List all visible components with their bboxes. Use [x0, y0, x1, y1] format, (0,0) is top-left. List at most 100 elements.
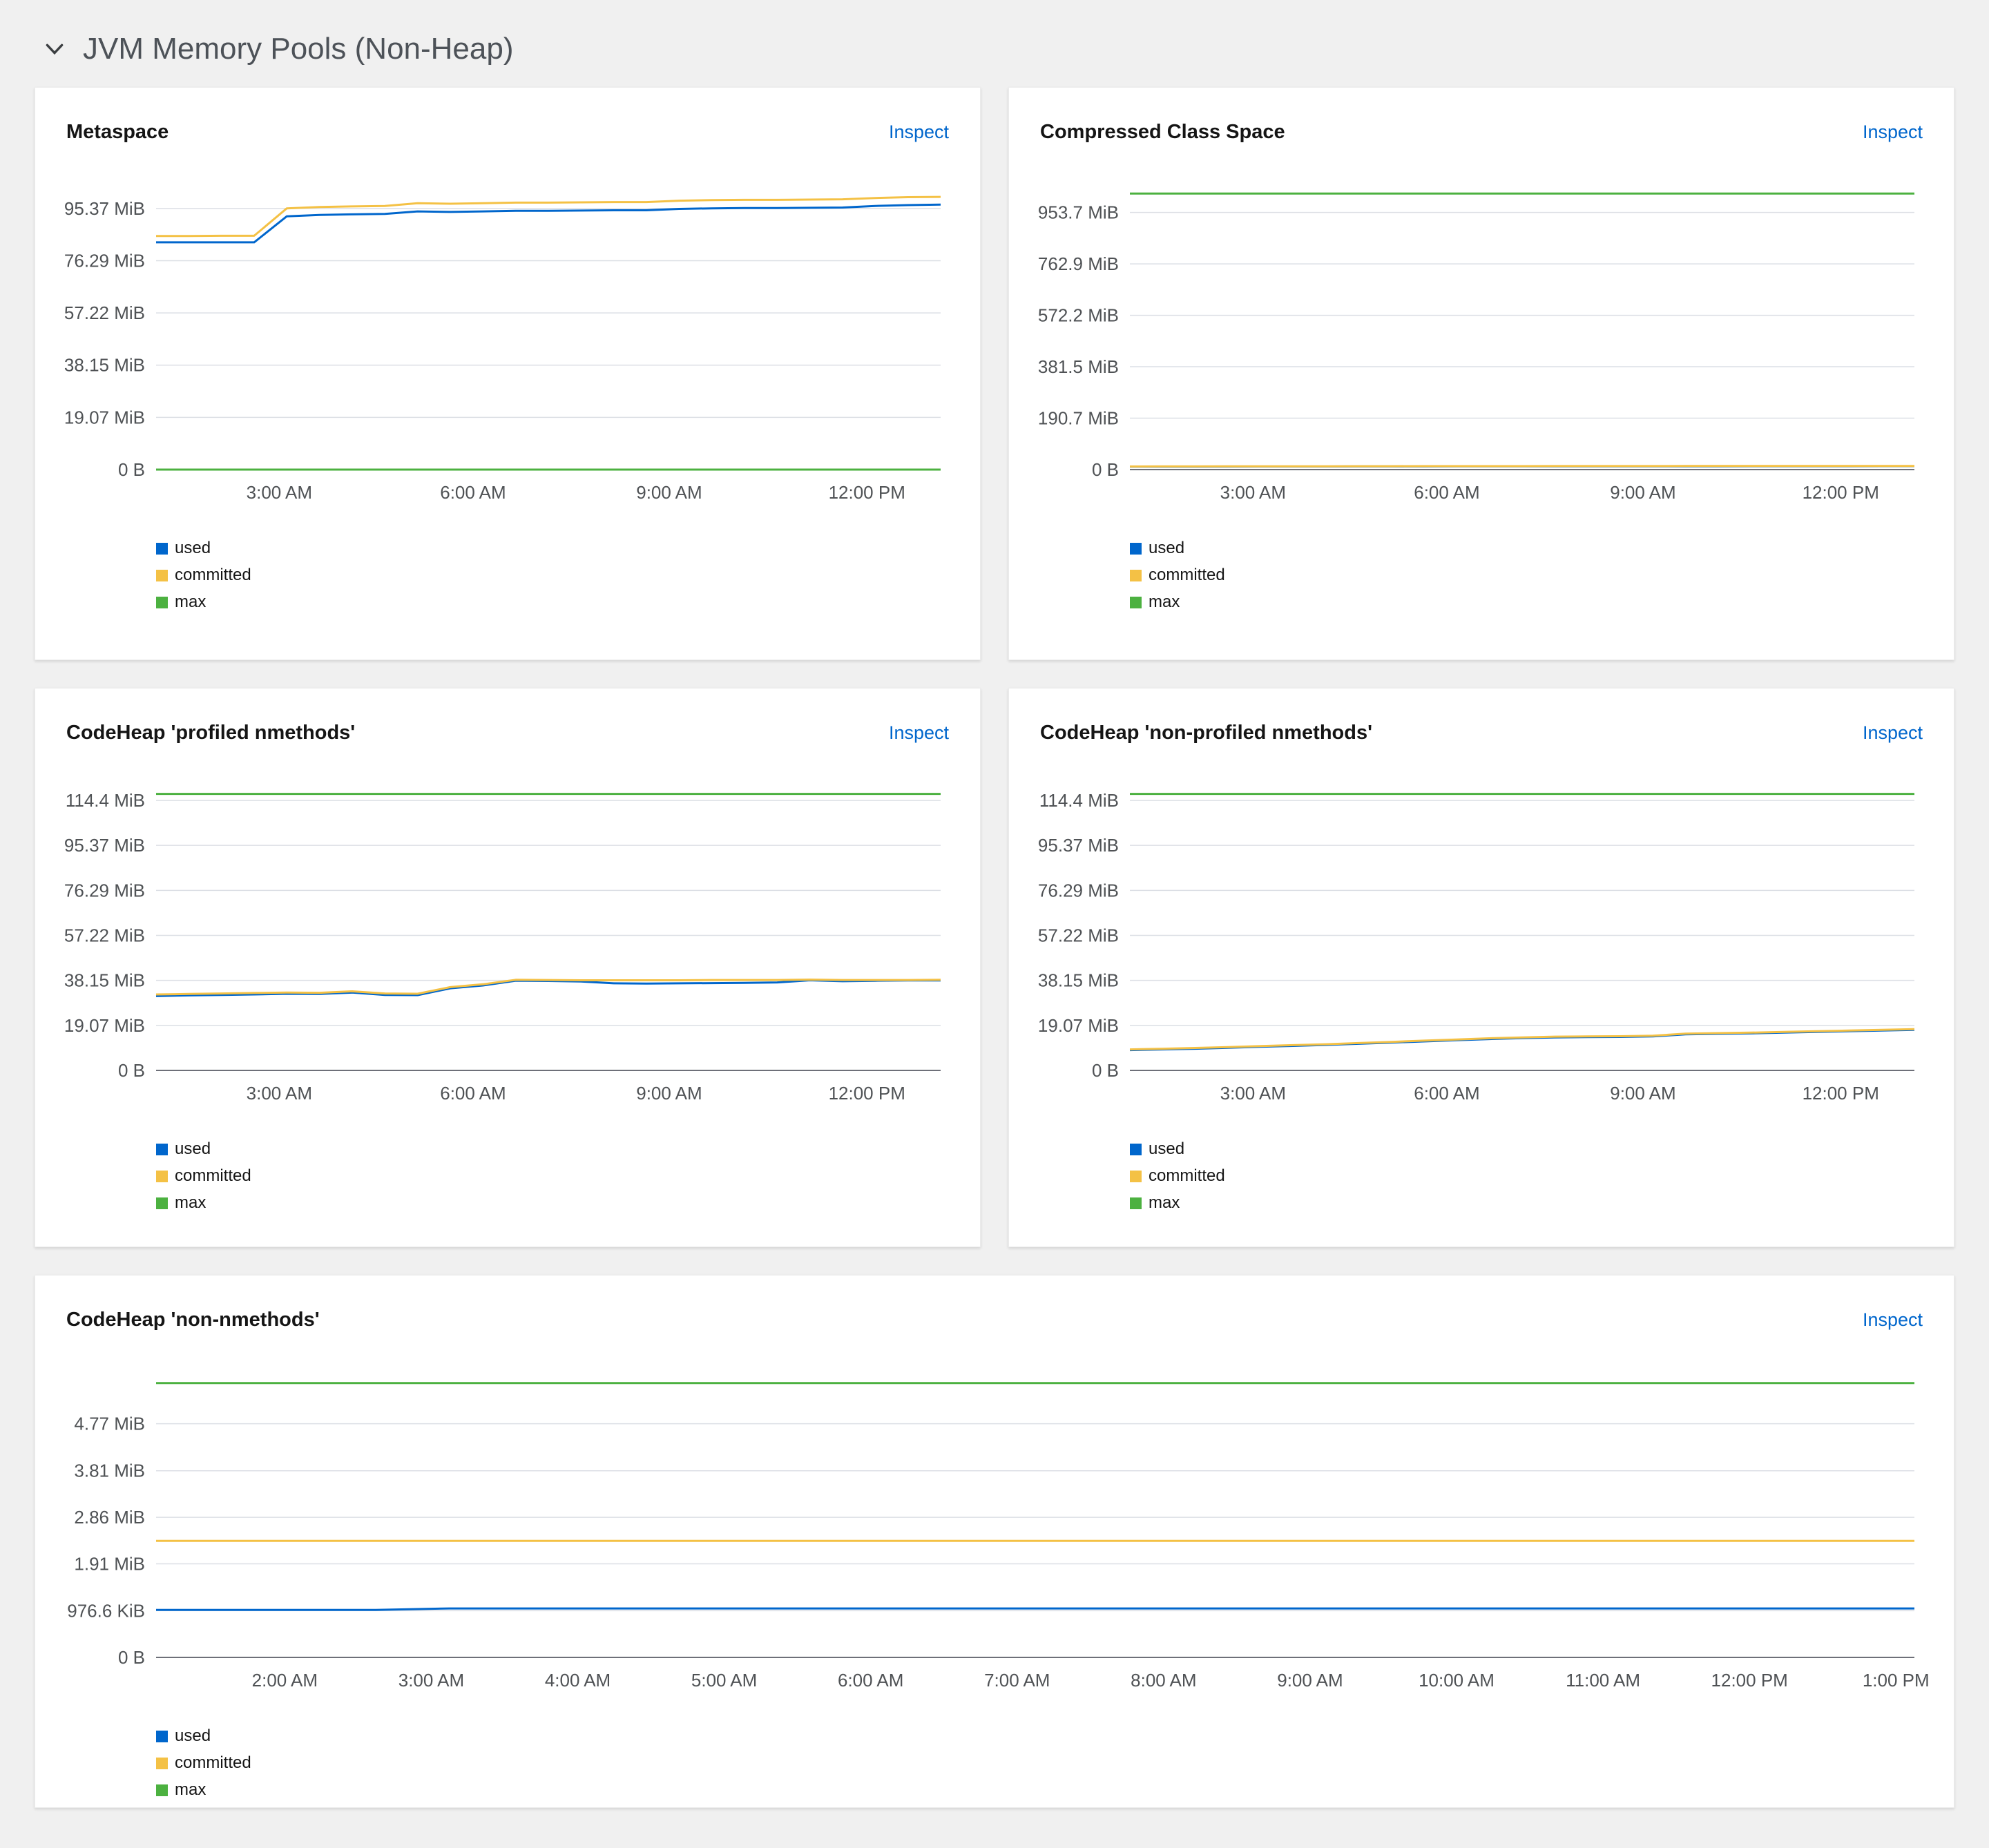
y-tick-label: 0 B — [118, 1060, 145, 1081]
chart-title: CodeHeap 'non-nmethods' — [66, 1309, 320, 1331]
legend-item-max[interactable]: max — [1130, 1193, 1923, 1213]
x-tick-label: 9:00 AM — [1610, 1083, 1675, 1104]
x-tick-label: 12:00 PM — [1803, 1083, 1879, 1104]
legend-swatch-max — [156, 1784, 168, 1796]
y-tick-label: 95.37 MiB — [1038, 835, 1119, 856]
chart-card-codeheap-profiled: CodeHeap 'profiled nmethods' Inspect 114… — [35, 688, 981, 1247]
legend-label: max — [1149, 1193, 1180, 1212]
y-tick-label: 76.29 MiB — [64, 880, 145, 901]
legend-swatch-used — [156, 1143, 168, 1155]
y-tick-label: 0 B — [118, 459, 145, 480]
y-tick-label: 1.91 MiB — [74, 1554, 145, 1575]
legend-item-max[interactable]: max — [1130, 593, 1923, 612]
legend-label: used — [1149, 1139, 1185, 1158]
y-tick-label: 3.81 MiB — [74, 1461, 145, 1481]
legend-item-used[interactable]: used — [1130, 539, 1923, 558]
card-header: Metaspace Inspect — [66, 121, 949, 144]
chart-canvas-codeheap-non-profiled: 114.4 MiB 95.37 MiB 76.29 MiB 57.22 MiB 38.1… — [1038, 783, 1923, 1105]
legend-item-used[interactable]: used — [156, 1139, 949, 1159]
legend-item-max[interactable]: max — [156, 1780, 1923, 1800]
y-tick-label: 0 B — [1092, 1060, 1119, 1081]
legend-item-committed[interactable]: committed — [156, 566, 949, 585]
section-toggle[interactable]: JVM Memory Pools (Non-Heap) — [0, 0, 1989, 87]
x-tick-label: 3:00 AM — [247, 1083, 312, 1104]
x-tick-label: 5:00 AM — [691, 1670, 757, 1691]
legend-swatch-committed — [156, 1170, 168, 1182]
y-tick-label: 114.4 MiB — [1039, 790, 1119, 811]
x-tick-label: 7:00 AM — [984, 1670, 1050, 1691]
chart-card-compressed-class-space: Compressed Class Space Inspect 953.7 MiB… — [1008, 87, 1954, 660]
chart-metaspace: 95.37 MiB 76.29 MiB 57.22 MiB 38.15 MiB 19.0… — [64, 195, 941, 503]
legend-label: committed — [175, 1753, 251, 1772]
legend-label: used — [175, 539, 211, 557]
legend-item-used[interactable]: used — [1130, 1139, 1923, 1159]
chart-codeheap-profiled-nmethods: 114.4 MiB 95.37 MiB 76.29 MiB 57.22 MiB 38.1… — [64, 790, 941, 1104]
legend-item-used[interactable]: used — [156, 539, 949, 558]
legend-label: max — [1149, 593, 1180, 611]
x-tick-label: 4:00 AM — [545, 1670, 611, 1691]
legend-label: committed — [1149, 1166, 1225, 1185]
x-tick-label: 3:00 AM — [1220, 482, 1286, 503]
legend-item-max[interactable]: max — [156, 593, 949, 612]
charts-grid: Metaspace Inspect 95.37 MiB 76.29 MiB 57.2… — [35, 87, 1954, 1808]
card-header: CodeHeap 'non-nmethods' Inspect — [66, 1309, 1923, 1331]
inspect-link[interactable]: Inspect — [889, 722, 949, 744]
series-committed — [1129, 1028, 1915, 1051]
chart-canvas-codeheap-profiled: 114.4 MiB 95.37 MiB 76.29 MiB 57.22 MiB 38.1… — [64, 783, 949, 1105]
x-tick-label: 9:00 AM — [1277, 1670, 1343, 1691]
x-tick-label: 11:00 AM — [1566, 1670, 1640, 1691]
legend-item-committed[interactable]: committed — [156, 1753, 1923, 1773]
inspect-link[interactable]: Inspect — [1863, 122, 1923, 143]
y-tick-label: 19.07 MiB — [64, 407, 145, 427]
y-tick-label: 114.4 MiB — [66, 790, 145, 811]
y-tick-label: 76.29 MiB — [1038, 880, 1119, 901]
legend-swatch-used — [156, 542, 168, 555]
y-tick-label: 762.9 MiB — [1038, 253, 1119, 274]
inspect-link[interactable]: Inspect — [889, 122, 949, 143]
card-header: Compressed Class Space Inspect — [1040, 121, 1923, 144]
y-tick-label: 19.07 MiB — [1038, 1015, 1119, 1036]
chart-legend: used committed max — [156, 1139, 949, 1213]
inspect-link[interactable]: Inspect — [1863, 722, 1923, 744]
chart-title: Compressed Class Space — [1040, 121, 1285, 143]
y-tick-label: 38.15 MiB — [1038, 970, 1119, 991]
y-tick-label: 0 B — [118, 1647, 145, 1668]
x-tick-label: 9:00 AM — [1610, 482, 1675, 503]
legend-item-used[interactable]: used — [156, 1726, 1923, 1746]
y-tick-label: 976.6 KiB — [67, 1600, 145, 1621]
section-title: JVM Memory Pools (Non-Heap) — [83, 32, 514, 66]
legend-item-committed[interactable]: committed — [1130, 1166, 1923, 1186]
legend-label: max — [175, 1193, 206, 1212]
y-tick-label: 4.77 MiB — [74, 1414, 145, 1434]
x-tick-label: 6:00 AM — [838, 1670, 903, 1691]
x-tick-label: 9:00 AM — [636, 482, 702, 503]
legend-item-max[interactable]: max — [156, 1193, 949, 1213]
y-tick-label: 95.37 MiB — [64, 835, 145, 856]
series-committed — [1129, 465, 1914, 468]
legend-swatch-used — [1130, 1143, 1142, 1155]
legend-swatch-committed — [1130, 569, 1142, 581]
y-tick-label: 57.22 MiB — [64, 302, 145, 323]
legend-label: used — [1149, 539, 1185, 557]
chart-codeheap-non-profiled-nmethods: 114.4 MiB 95.37 MiB 76.29 MiB 57.22 MiB 38.1… — [1038, 790, 1915, 1104]
y-tick-label: 19.07 MiB — [64, 1015, 145, 1036]
legend-item-committed[interactable]: committed — [1130, 566, 1923, 585]
x-tick-label: 8:00 AM — [1131, 1670, 1196, 1691]
y-tick-label: 95.37 MiB — [64, 198, 145, 219]
x-tick-label: 3:00 AM — [398, 1670, 464, 1691]
legend-label: used — [175, 1139, 211, 1158]
x-tick-label: 6:00 AM — [1414, 482, 1479, 503]
x-tick-label: 12:00 PM — [829, 1083, 905, 1104]
x-tick-label: 1:00 PM — [1863, 1670, 1930, 1691]
chart-legend: used committed max — [1130, 1139, 1923, 1213]
inspect-link[interactable]: Inspect — [1863, 1309, 1923, 1331]
legend-item-committed[interactable]: committed — [156, 1166, 949, 1186]
legend-label: committed — [1149, 566, 1225, 584]
card-header: CodeHeap 'profiled nmethods' Inspect — [66, 722, 949, 744]
chart-legend: used committed max — [1130, 539, 1923, 612]
legend-label: used — [175, 1726, 211, 1745]
legend-swatch-used — [1130, 542, 1142, 555]
y-tick-label: 0 B — [1092, 459, 1119, 480]
chart-canvas-compressed-class-space: 953.7 MiB 762.9 MiB 572.2 MiB 381.5 MiB 190.… — [1038, 182, 1923, 504]
legend-swatch-max — [156, 1197, 168, 1209]
